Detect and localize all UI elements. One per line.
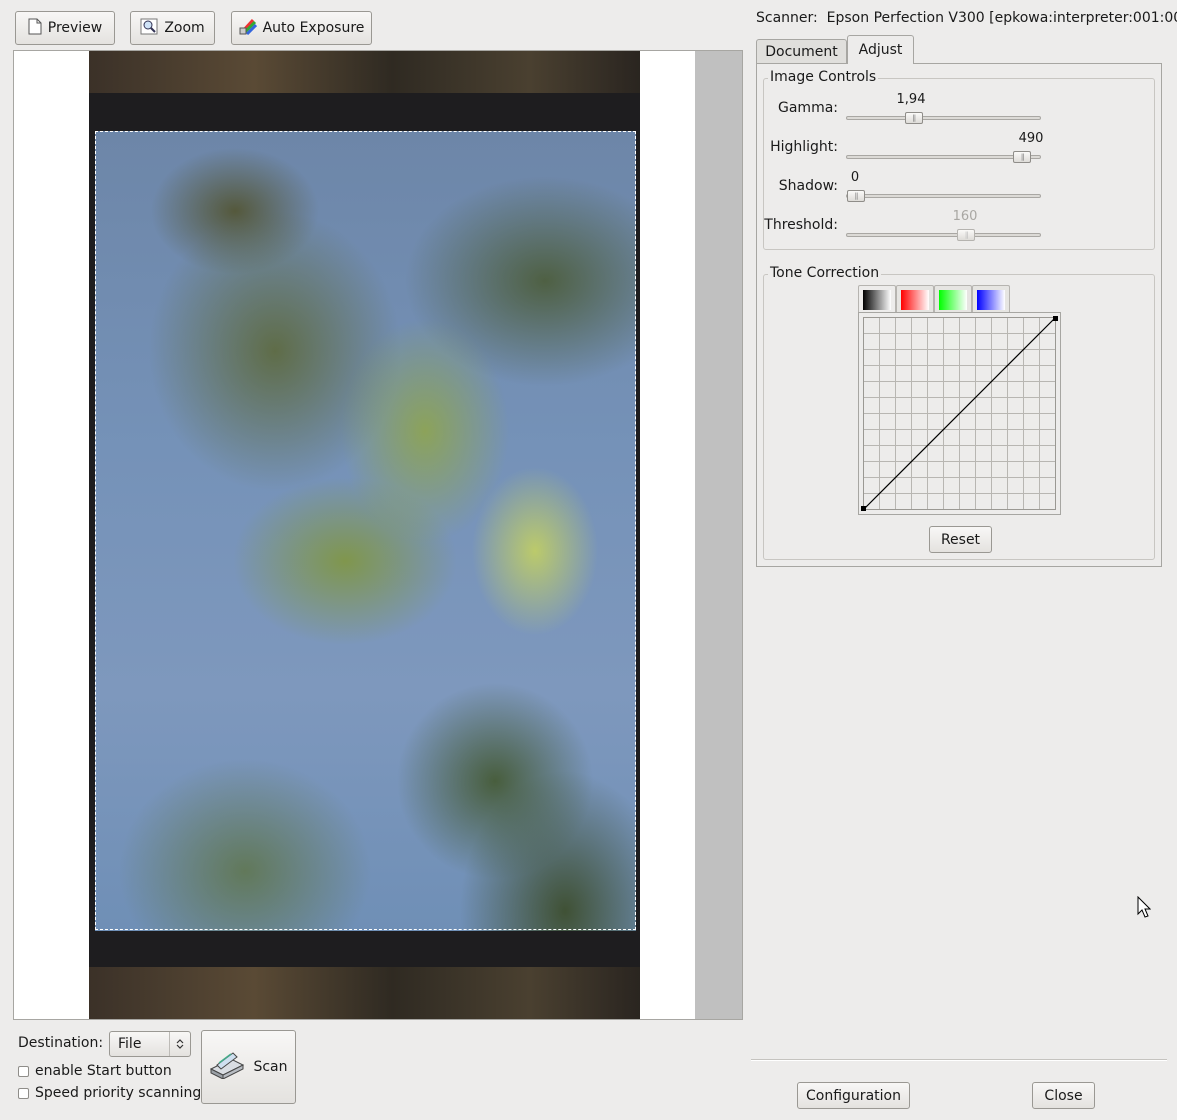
- gamma-slider-thumb[interactable]: ||: [904, 112, 923, 124]
- zoom-button[interactable]: Zoom: [130, 11, 215, 45]
- image-controls-title: Image Controls: [768, 69, 879, 85]
- destination-select[interactable]: File: [109, 1031, 191, 1057]
- threshold-slider-thumb: ||: [957, 229, 976, 241]
- auto-exposure-button-label: Auto Exposure: [262, 20, 365, 36]
- tab-adjust[interactable]: Adjust: [847, 35, 914, 64]
- gamma-slider[interactable]: ||: [846, 112, 1041, 124]
- enable-start-button-option[interactable]: enable Start button: [18, 1063, 172, 1079]
- close-button-label: Close: [1044, 1087, 1083, 1104]
- tone-curve-editor[interactable]: [858, 312, 1061, 515]
- preview-area[interactable]: [13, 50, 743, 1020]
- gamma-value: 1,94: [896, 92, 926, 107]
- green-channel-icon: [939, 289, 967, 310]
- reset-button[interactable]: Reset: [929, 526, 992, 553]
- film-frame-bottom: [89, 967, 640, 1019]
- shadow-label: Shadow:: [778, 178, 838, 194]
- scanner-info: Scanner: Epson Perfection V300 [epkowa:i…: [756, 10, 1177, 26]
- highlight-slider-thumb[interactable]: ||: [1013, 151, 1032, 163]
- threshold-slider: ||: [846, 229, 1041, 241]
- mouse-cursor-icon: [1137, 895, 1152, 922]
- shadow-value: 0: [850, 170, 860, 185]
- threshold-label: Threshold:: [764, 217, 838, 233]
- document-icon: [28, 18, 42, 39]
- tab-gray-channel[interactable]: [858, 285, 896, 313]
- speed-priority-option[interactable]: Speed priority scanning: [18, 1085, 201, 1101]
- scan-button-label: Scan: [253, 1059, 288, 1075]
- highlight-label: Highlight:: [770, 139, 838, 155]
- combo-arrows-icon: [169, 1032, 190, 1056]
- tab-blue-channel[interactable]: [972, 285, 1010, 313]
- tab-document[interactable]: Document: [756, 39, 847, 64]
- scan-button[interactable]: Scan: [201, 1030, 296, 1104]
- tone-curve-graph[interactable]: [859, 313, 1060, 514]
- zoom-icon: [140, 18, 158, 39]
- preview-button[interactable]: Preview: [15, 11, 115, 45]
- scanner-label: Scanner:: [756, 10, 818, 26]
- gray-channel-icon: [863, 289, 891, 310]
- gamma-label: Gamma:: [778, 100, 838, 116]
- scanner-name: Epson Perfection V300 [epkowa:interprete…: [826, 10, 1177, 26]
- tone-correction-title: Tone Correction: [768, 265, 882, 281]
- speed-priority-label: Speed priority scanning: [35, 1085, 202, 1101]
- auto-exposure-button[interactable]: Auto Exposure: [231, 11, 372, 45]
- tab-green-channel[interactable]: [934, 285, 972, 313]
- highlight-slider[interactable]: ||: [846, 151, 1041, 163]
- destination-value: File: [118, 1036, 142, 1052]
- image-controls-group: Image Controls Gamma: 1,94 || Highlight:…: [763, 69, 1155, 250]
- enable-start-button-checkbox[interactable]: [18, 1065, 29, 1077]
- adjust-panel: Image Controls Gamma: 1,94 || Highlight:…: [756, 63, 1162, 567]
- scanner-icon: [209, 1051, 245, 1083]
- preview-button-label: Preview: [47, 20, 103, 36]
- blue-channel-icon: [977, 289, 1005, 310]
- red-channel-icon: [901, 289, 929, 310]
- configuration-button-label: Configuration: [806, 1087, 901, 1104]
- curve-point-white[interactable]: [1053, 316, 1058, 321]
- zoom-button-label: Zoom: [164, 20, 205, 36]
- close-button[interactable]: Close: [1032, 1082, 1095, 1109]
- configuration-button[interactable]: Configuration: [797, 1082, 910, 1109]
- reset-button-label: Reset: [940, 531, 981, 548]
- speed-priority-checkbox[interactable]: [18, 1087, 29, 1099]
- highlight-value: 490: [1018, 131, 1044, 146]
- shadow-slider[interactable]: ||: [846, 190, 1041, 202]
- selection-marquee[interactable]: [95, 131, 636, 930]
- destination-label: Destination:: [18, 1035, 104, 1051]
- enable-start-button-label: enable Start button: [35, 1063, 172, 1079]
- film-frame-top: [89, 51, 640, 93]
- threshold-value: 160: [952, 209, 978, 224]
- curve-point-black[interactable]: [861, 506, 866, 511]
- tone-correction-group: Tone Correction Reset: [763, 265, 1155, 560]
- preview-margin: [695, 51, 742, 1019]
- tab-red-channel[interactable]: [896, 285, 934, 313]
- shadow-slider-thumb[interactable]: ||: [847, 190, 865, 202]
- auto-exposure-icon: [239, 18, 257, 39]
- bottom-separator: [751, 1059, 1167, 1061]
